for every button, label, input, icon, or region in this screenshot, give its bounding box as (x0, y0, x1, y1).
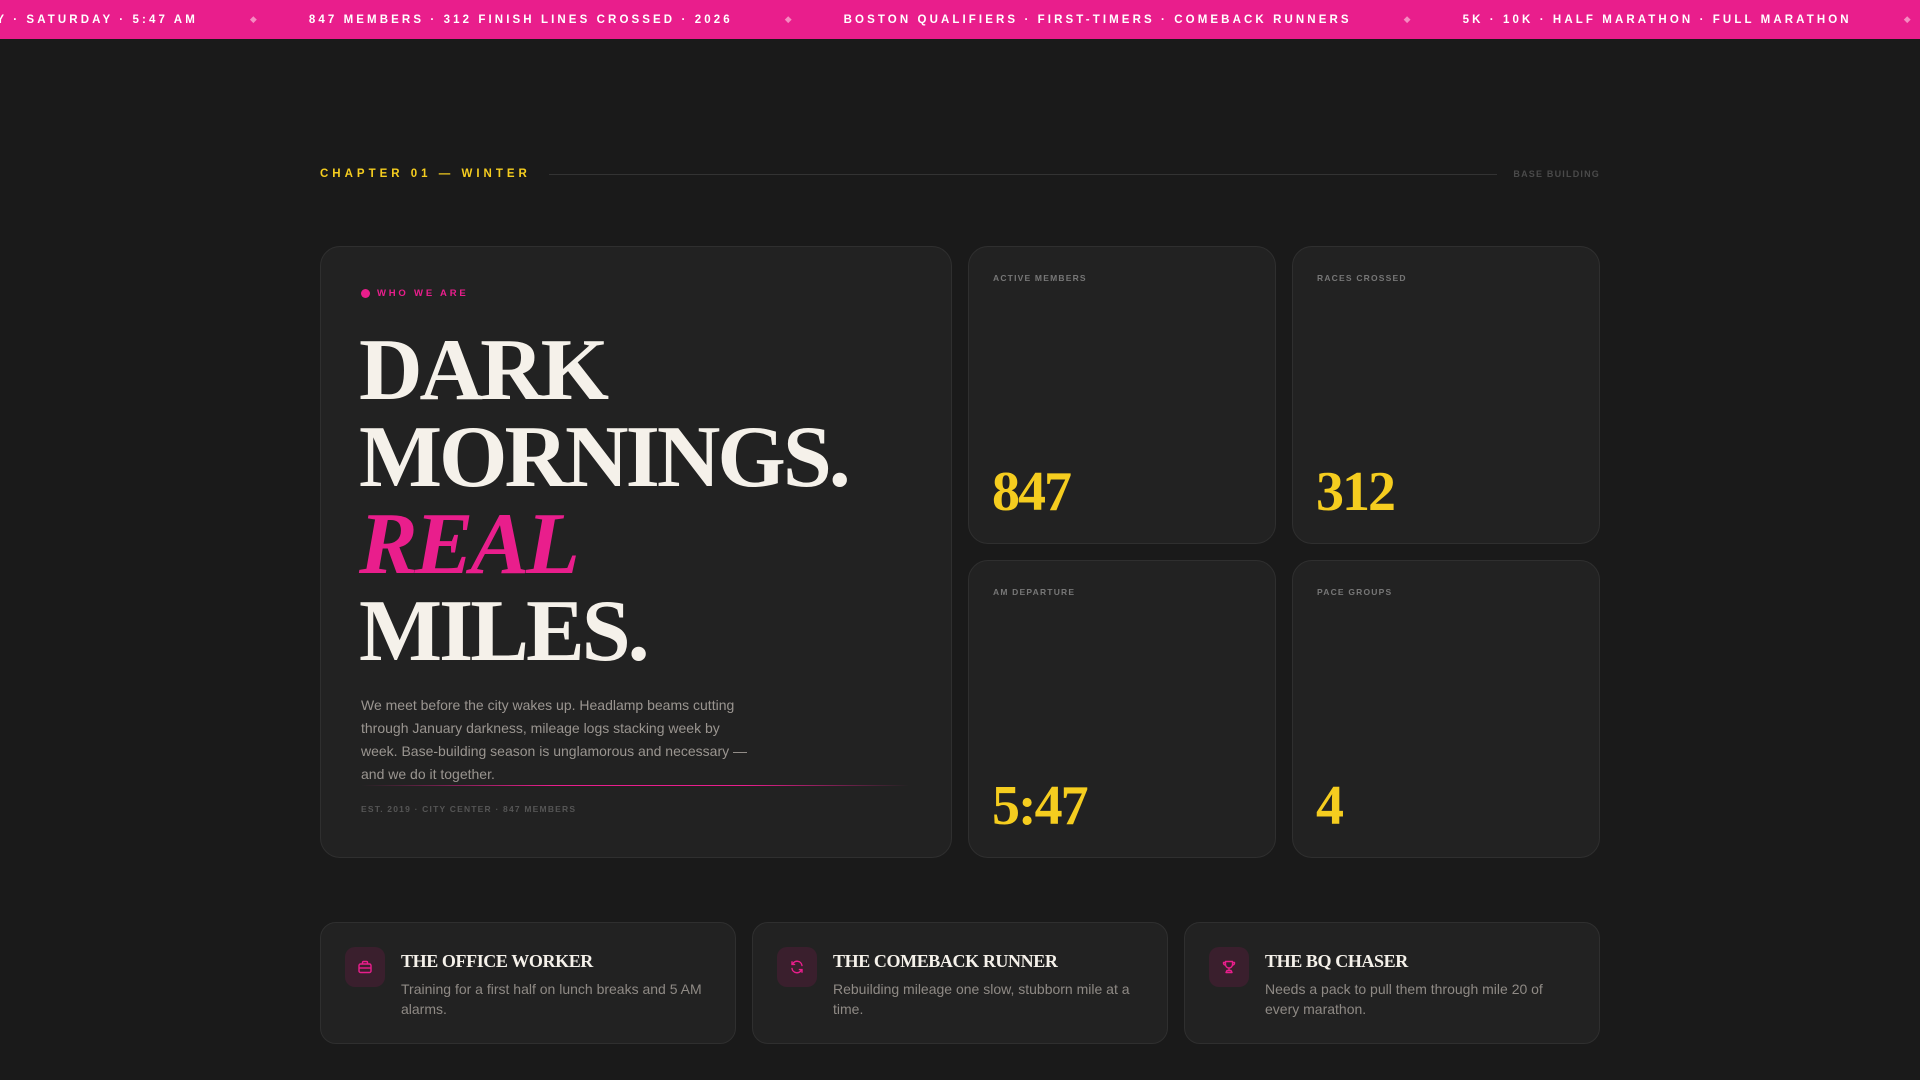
persona-title: THE OFFICE WORKER (401, 951, 593, 971)
persona-description: Rebuilding mileage one slow, stubborn mi… (833, 981, 1130, 1017)
announcement-ticker: AY · SATURDAY · 5:47 AM ◆ 847 MEMBERS · … (0, 0, 1920, 39)
stat-card-races-crossed: RACES CROSSED 312 (1292, 246, 1600, 544)
stat-label: PACE GROUPS (1317, 587, 1393, 597)
ticker-track: AY · SATURDAY · 5:47 AM ◆ 847 MEMBERS · … (0, 0, 1920, 39)
hero-meta: EST. 2019 · CITY CENTER · 847 MEMBERS (361, 804, 577, 814)
accent-divider (361, 785, 909, 786)
hero-card: WHO WE ARE DARK MORNINGS. REAL MILES. We… (320, 246, 952, 858)
persona-title: THE COMEBACK RUNNER (833, 951, 1058, 971)
ticker-item: 847 MEMBERS · 312 FINISH LINES CROSSED ·… (308, 13, 733, 26)
chapter-divider (548, 173, 1498, 175)
persona-title: THE BQ CHASER (1265, 951, 1408, 971)
persona-description: Training for a first half on lunch break… (401, 981, 702, 1017)
headline-line: MORNINGS. (359, 409, 851, 506)
chapter-label: CHAPTER 01 — WINTER (320, 168, 531, 180)
stat-value: 4 (1316, 775, 1344, 837)
persona-card-office-worker: THE OFFICE WORKER Training for a first h… (320, 922, 736, 1044)
briefcase-icon (345, 947, 385, 987)
chapter-header: CHAPTER 01 — WINTER BASE BUILDING (320, 166, 1600, 182)
stat-card-active-members: ACTIVE MEMBERS 847 (968, 246, 1276, 544)
hero-description: We meet before the city wakes up. Headla… (361, 697, 747, 782)
refresh-icon (777, 947, 817, 987)
diamond-separator-icon: ◆ (1903, 14, 1911, 24)
stat-card-am-departure: AM DEPARTURE 5:47 (968, 560, 1276, 858)
persona-card-bq-chaser: THE BQ CHASER Needs a pack to pull them … (1184, 922, 1600, 1044)
trophy-icon (1209, 947, 1249, 987)
hero-headline: DARK MORNINGS. REAL MILES. (359, 322, 851, 680)
eyebrow: WHO WE ARE (361, 288, 469, 299)
ticker-item: BOSTON QUALIFIERS · FIRST-TIMERS · COMEB… (843, 13, 1352, 26)
persona-description: Needs a pack to pull them through mile 2… (1265, 981, 1543, 1017)
stat-label: ACTIVE MEMBERS (993, 273, 1087, 283)
stat-card-pace-groups: PACE GROUPS 4 (1292, 560, 1600, 858)
persona-card-comeback-runner: THE COMEBACK RUNNER Rebuilding mileage o… (752, 922, 1168, 1044)
stat-label: AM DEPARTURE (993, 587, 1076, 597)
stat-value: 847 (992, 461, 1072, 523)
stat-label: RACES CROSSED (1317, 273, 1407, 283)
eyebrow-text: WHO WE ARE (377, 288, 469, 299)
diamond-separator-icon: ◆ (784, 14, 792, 24)
diamond-separator-icon: ◆ (249, 14, 257, 24)
headline-line: DARK (359, 322, 609, 419)
ticker-item: 5K · 10K · HALF MARATHON · FULL MARATHON (1462, 13, 1852, 26)
diamond-separator-icon: ◆ (1403, 14, 1411, 24)
chapter-phase-label: BASE BUILDING (1513, 169, 1600, 179)
headline-line: MILES. (359, 583, 650, 680)
stat-value: 312 (1316, 461, 1396, 523)
dot-icon (361, 289, 370, 298)
stat-value: 5:47 (992, 775, 1089, 837)
ticker-item: AY · SATURDAY · 5:47 AM (0, 13, 198, 26)
headline-accent-line: REAL (359, 496, 580, 593)
